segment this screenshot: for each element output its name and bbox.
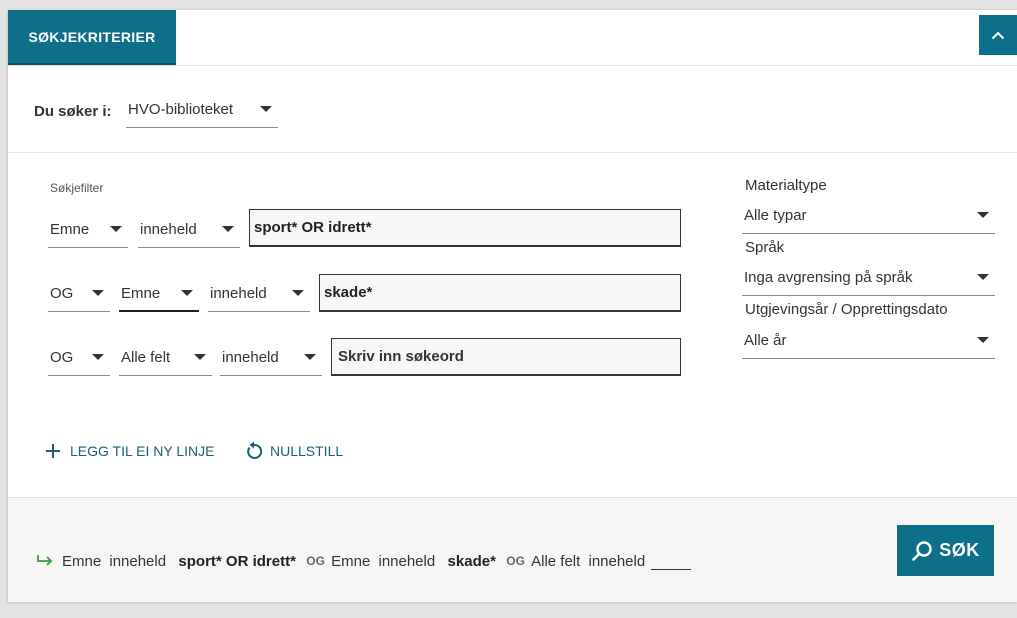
row3-field-value: Alle felt <box>121 349 171 366</box>
tab-search-criteria-label: SØKJEKRITERIER <box>28 28 156 45</box>
add-line-label: LEGG TIL EI NY LINJE <box>70 443 215 459</box>
year-select[interactable]: Alle år <box>742 323 995 359</box>
query-op1: OG <box>306 554 325 568</box>
material-type-select[interactable]: Alle typar <box>742 198 995 234</box>
row3-operator-select[interactable]: OG <box>48 340 110 376</box>
chevron-down-icon <box>977 212 989 218</box>
language-label: Språk <box>745 239 785 256</box>
row1-field-select[interactable]: Emne <box>48 212 128 248</box>
query-r2-field: Emne <box>331 552 371 570</box>
row2-condition-select[interactable]: inneheld <box>208 276 310 312</box>
row2-field-select[interactable]: Emne <box>119 276 199 312</box>
scope-select-value: HVO-biblioteket <box>128 101 234 118</box>
filter-section-label: Søkjefilter <box>50 181 104 195</box>
reset-icon <box>247 441 263 459</box>
row2-operator-select[interactable]: OG <box>48 276 110 312</box>
query-r2-cond: inneheld <box>378 552 436 570</box>
material-type-label: Materialtype <box>745 177 827 194</box>
row1-condition-select[interactable]: inneheld <box>138 212 240 248</box>
row2-operator-value: OG <box>50 285 74 302</box>
chevron-down-icon <box>304 354 316 360</box>
chevron-down-icon <box>110 226 122 232</box>
chevron-down-icon <box>260 106 272 112</box>
row1-condition-value: inneheld <box>140 221 197 238</box>
query-r1-field: Emne <box>62 552 102 570</box>
search-button-label: SØK <box>939 540 980 560</box>
row2-search-input[interactable]: skade* <box>319 274 681 312</box>
row1-field-value: Emne <box>50 221 90 238</box>
row3-condition-value: inneheld <box>222 349 279 366</box>
scope-label: Du søker i: <box>34 102 112 120</box>
query-summary: Emne inneheld sport* OR idrett* OG Emne … <box>36 550 692 572</box>
search-button[interactable]: SØK <box>897 525 994 576</box>
row3-search-field[interactable] <box>336 347 680 366</box>
chevron-down-icon <box>292 290 304 296</box>
row1-search-input[interactable]: sport* OR idrett* <box>249 209 681 247</box>
row2-search-value: skade* <box>324 284 373 301</box>
row3-operator-value: OG <box>50 349 74 366</box>
language-select[interactable]: Inga avgrensing på språk <box>742 260 995 296</box>
add-line-button[interactable]: LEGG TIL EI NY LINJE <box>44 440 214 462</box>
query-r2-value: skade* <box>447 552 496 570</box>
reset-label: NULLSTILL <box>270 443 344 459</box>
material-type-value: Alle typar <box>744 207 807 224</box>
search-icon <box>912 540 932 561</box>
query-r3-field: Alle felt <box>531 552 581 570</box>
query-op2: OG <box>506 554 525 568</box>
query-r1-value: sport* OR idrett* <box>178 552 296 570</box>
chevron-up-icon <box>991 31 1005 40</box>
row3-condition-select[interactable]: inneheld <box>220 340 322 376</box>
row2-condition-value: inneheld <box>210 285 267 302</box>
divider <box>8 152 1017 153</box>
query-r1-cond: inneheld <box>109 552 167 570</box>
query-r3-cond: inneheld <box>588 552 646 570</box>
row3-search-input[interactable] <box>331 338 681 376</box>
search-criteria-panel: SØKJEKRITERIER Du søker i: HVO-bibliotek… <box>8 10 1017 602</box>
year-label: Utgjevingsår / Opprettingsdato <box>745 301 948 318</box>
tab-search-criteria[interactable]: SØKJEKRITERIER <box>8 10 176 65</box>
language-value: Inga avgrensing på språk <box>744 269 913 286</box>
chevron-down-icon <box>194 354 206 360</box>
chevron-down-icon <box>181 290 193 296</box>
row3-field-select[interactable]: Alle felt <box>119 340 212 376</box>
scope-row: Du søker i: <box>34 96 112 126</box>
plus-icon <box>46 444 60 458</box>
chevron-down-icon <box>977 337 989 343</box>
query-r3-blank <box>651 553 692 570</box>
tab-bar: SØKJEKRITERIER <box>8 10 1017 66</box>
chevron-down-icon <box>977 274 989 280</box>
chevron-down-icon <box>92 354 104 360</box>
row1-search-value: sport* OR idrett* <box>254 219 372 236</box>
arrow-right-icon <box>37 555 53 566</box>
scope-select[interactable]: HVO-biblioteket <box>126 92 278 128</box>
year-value: Alle år <box>744 332 787 349</box>
collapse-button[interactable] <box>979 15 1017 55</box>
reset-button[interactable]: NULLSTILL <box>244 440 343 462</box>
chevron-down-icon <box>222 226 234 232</box>
row2-field-value: Emne <box>121 284 161 302</box>
query-summary-bar: Emne inneheld sport* OR idrett* OG Emne … <box>8 497 1017 602</box>
chevron-down-icon <box>92 290 104 296</box>
